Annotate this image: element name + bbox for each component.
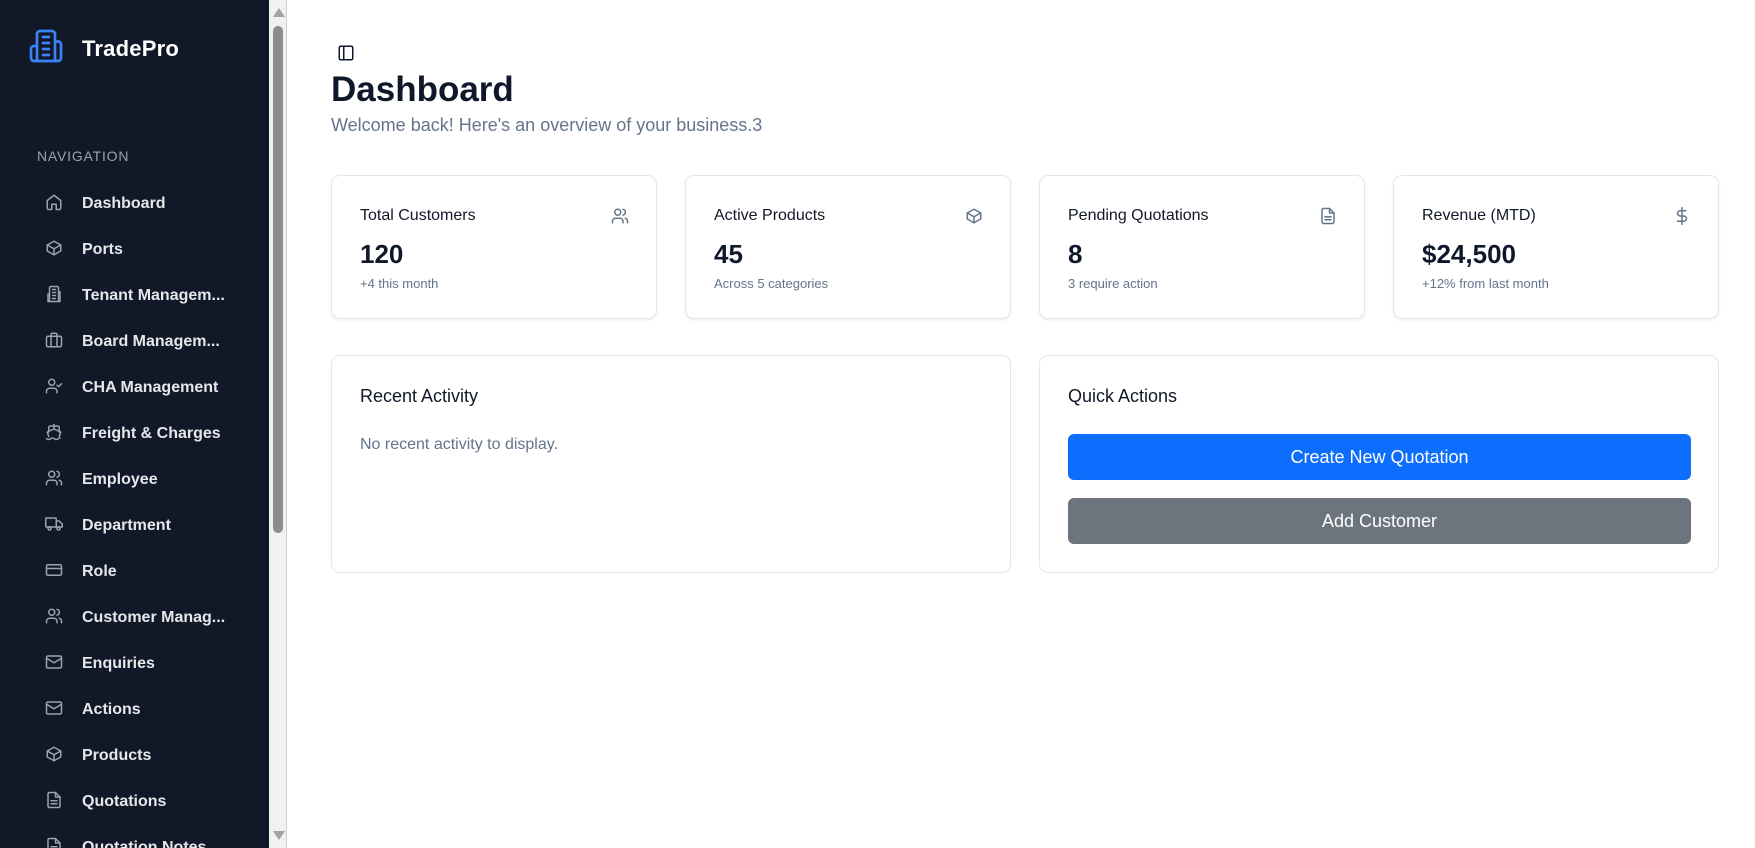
stat-title: Active Products	[714, 207, 826, 224]
sidebar-item-quotation-notes[interactable]: Quotation Notes	[36, 825, 266, 848]
briefcase-icon	[36, 331, 63, 354]
sidebar-item-label: Quotation Notes	[82, 839, 207, 848]
home-icon	[36, 193, 63, 216]
quick-actions-panel: Quick Actions Create New Quotation Add C…	[1039, 355, 1719, 573]
stat-subtext: Across 5 categories	[714, 276, 829, 291]
sidebar: TradePro NAVIGATION Dashboard Ports Tena…	[0, 0, 269, 848]
sidebar-toggle-icon[interactable]	[337, 44, 355, 62]
stat-value: 8	[1068, 239, 1083, 269]
stat-title: Revenue (MTD)	[1422, 207, 1536, 224]
sidebar-scrollbar[interactable]	[269, 0, 287, 848]
dollar-icon	[1673, 207, 1691, 225]
building-icon	[36, 285, 63, 308]
brand-name: TradePro	[82, 35, 179, 61]
sidebar-item-label: Board Managem...	[82, 333, 220, 350]
stat-subtext: 3 require action	[1068, 276, 1158, 291]
nav-heading: NAVIGATION	[37, 148, 130, 164]
ship-icon	[36, 423, 63, 446]
sidebar-item-actions[interactable]: Actions	[36, 687, 266, 733]
file-text-icon	[1319, 207, 1337, 225]
scroll-down-arrow-icon[interactable]	[273, 831, 285, 840]
sidebar-item-label: Quotations	[82, 793, 167, 810]
stat-subtext: +4 this month	[360, 276, 439, 291]
sidebar-item-label: Actions	[82, 701, 141, 718]
stat-value: 120	[360, 239, 404, 269]
page-title: Dashboard	[331, 70, 514, 109]
stat-subtext: +12% from last month	[1422, 276, 1549, 291]
stat-card-total-customers: Total Customers 120 +4 this month	[331, 175, 657, 319]
stat-value: $24,500	[1422, 239, 1516, 269]
sidebar-item-products[interactable]: Products	[36, 733, 266, 779]
stat-card-active-products: Active Products 45 Across 5 categories	[685, 175, 1011, 319]
sidebar-item-label: Role	[82, 563, 117, 580]
package-icon	[36, 745, 63, 768]
file-text-icon	[36, 791, 63, 814]
brand[interactable]: TradePro	[28, 28, 179, 69]
scroll-up-arrow-icon[interactable]	[273, 8, 285, 17]
sidebar-item-enquiries[interactable]: Enquiries	[36, 641, 266, 687]
sidebar-item-quotations[interactable]: Quotations	[36, 779, 266, 825]
create-quotation-button[interactable]: Create New Quotation	[1068, 434, 1691, 480]
stat-title: Pending Quotations	[1068, 207, 1209, 224]
users-icon	[611, 207, 629, 225]
panel-title: Recent Activity	[360, 386, 479, 406]
empty-state-text: No recent activity to display.	[360, 436, 559, 453]
credit-card-icon	[36, 561, 63, 584]
mail-icon	[36, 699, 63, 722]
mail-icon	[36, 653, 63, 676]
sidebar-item-cha-management[interactable]: CHA Management	[36, 365, 266, 411]
panel-title: Quick Actions	[1068, 386, 1178, 406]
sidebar-item-dashboard[interactable]: Dashboard	[36, 181, 266, 227]
recent-activity-panel: Recent Activity No recent activity to di…	[331, 355, 1011, 573]
page-subtitle: Welcome back! Here's an overview of your…	[331, 115, 763, 135]
users-icon	[36, 469, 63, 492]
sidebar-item-label: Department	[82, 517, 171, 534]
sidebar-item-role[interactable]: Role	[36, 549, 266, 595]
sidebar-item-label: Dashboard	[82, 195, 166, 212]
stat-card-revenue: Revenue (MTD) $24,500 +12% from last mon…	[1393, 175, 1719, 319]
sidebar-item-board-management[interactable]: Board Managem...	[36, 319, 266, 365]
building-icon	[28, 28, 64, 69]
sidebar-item-customer-management[interactable]: Customer Manag...	[36, 595, 266, 641]
sidebar-item-label: Ports	[82, 241, 123, 258]
users-icon	[36, 607, 63, 630]
sidebar-item-label: Tenant Managem...	[82, 287, 225, 304]
user-check-icon	[36, 377, 63, 400]
sidebar-item-label: Customer Manag...	[82, 609, 226, 626]
stats-row: Total Customers 120 +4 this month Active…	[331, 175, 1719, 319]
stat-title: Total Customers	[360, 207, 476, 224]
stat-card-pending-quotations: Pending Quotations 8 3 require action	[1039, 175, 1365, 319]
stat-value: 45	[714, 239, 743, 269]
sidebar-item-label: Enquiries	[82, 655, 155, 672]
nav-list: Dashboard Ports Tenant Managem... Board …	[36, 181, 266, 848]
sidebar-item-tenant-management[interactable]: Tenant Managem...	[36, 273, 266, 319]
sidebar-item-freight-charges[interactable]: Freight & Charges	[36, 411, 266, 457]
scroll-thumb[interactable]	[273, 26, 283, 533]
add-customer-button[interactable]: Add Customer	[1068, 498, 1691, 544]
sidebar-item-label: Products	[82, 747, 152, 764]
sidebar-item-label: CHA Management	[82, 379, 219, 396]
package-icon	[965, 207, 983, 225]
package-icon	[36, 239, 63, 262]
sidebar-item-ports[interactable]: Ports	[36, 227, 266, 273]
truck-icon	[36, 515, 63, 538]
file-text-icon	[36, 837, 63, 848]
sidebar-item-department[interactable]: Department	[36, 503, 266, 549]
sidebar-item-employee[interactable]: Employee	[36, 457, 266, 503]
sidebar-item-label: Freight & Charges	[82, 425, 221, 442]
sidebar-item-label: Employee	[82, 471, 158, 488]
